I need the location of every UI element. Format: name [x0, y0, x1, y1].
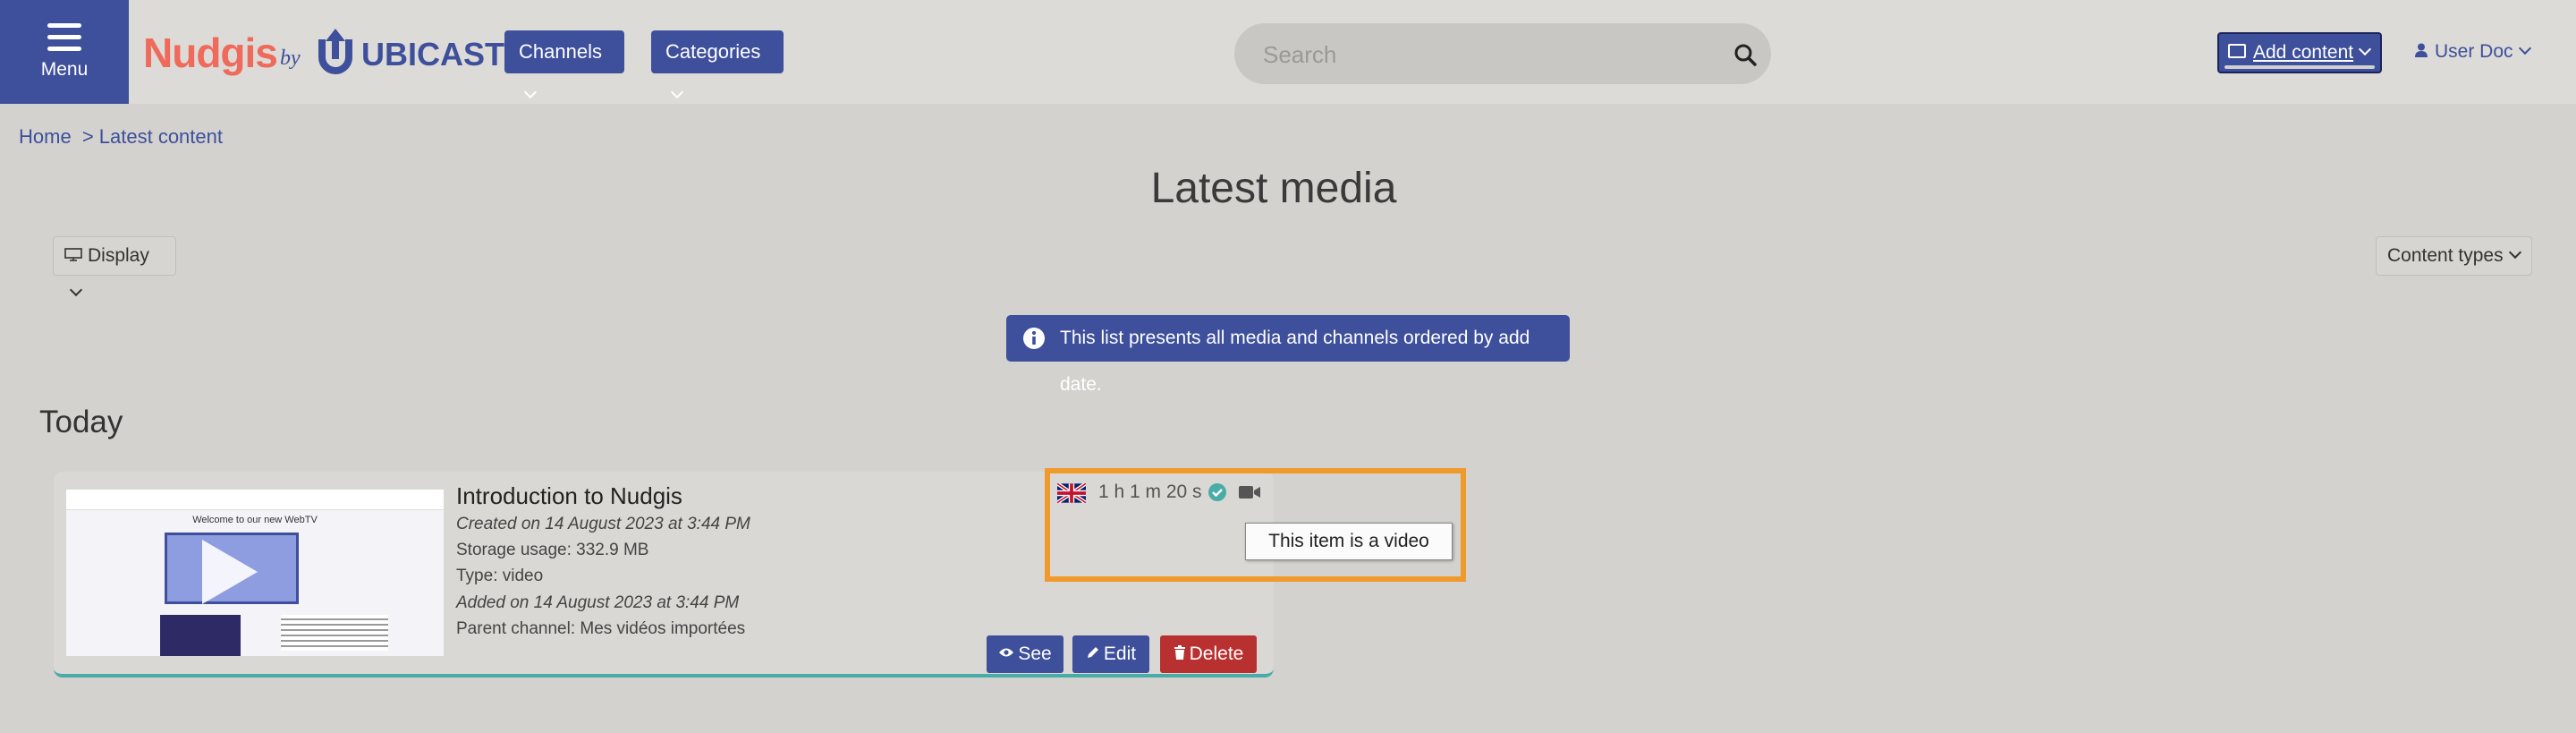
edit-label: Edit [1103, 644, 1137, 664]
add-content-label: Add content [2253, 42, 2354, 63]
thumbnail-header [66, 490, 444, 510]
breadcrumb-current[interactable]: > Latest content [82, 125, 223, 148]
breadcrumb-home[interactable]: Home [19, 125, 72, 148]
pencil-icon [1087, 647, 1098, 659]
content-types-dropdown[interactable]: Content types [2376, 236, 2532, 276]
chevron-down-icon [523, 85, 538, 99]
film-icon [2228, 44, 2246, 59]
channels-label: Channels [519, 40, 602, 63]
see-label: See [1018, 644, 1052, 664]
user-menu[interactable]: User Doc [2415, 41, 2531, 63]
page-title: Latest media [1150, 165, 1397, 212]
display-label: Display [88, 245, 149, 266]
content-types-label: Content types [2387, 245, 2504, 266]
media-created: Created on 14 August 2023 at 3:44 PM [456, 515, 750, 533]
add-content-underline [2224, 65, 2375, 69]
media-title[interactable]: Introduction to Nudgis [456, 482, 682, 510]
search-icon[interactable] [1733, 43, 1757, 66]
menu-button[interactable]: Menu [0, 0, 129, 104]
eye-icon [999, 648, 1014, 657]
delete-button[interactable]: Delete [1160, 635, 1257, 673]
channels-dropdown[interactable]: Channels [504, 30, 624, 99]
ubicast-logo: UBICAST [361, 36, 504, 72]
video-tooltip: This item is a video [1245, 523, 1453, 560]
media-added: Added on 14 August 2023 at 3:44 PM [456, 593, 740, 612]
monitor-icon [64, 248, 82, 261]
media-storage: Storage usage: 332.9 MB [456, 541, 649, 559]
trash-icon [1174, 645, 1185, 661]
hamburger-icon [47, 23, 81, 58]
media-parent-channel: Parent channel: Mes vidéos importées [456, 619, 746, 638]
media-thumbnail[interactable]: Welcome to our new WebTV [66, 490, 444, 656]
section-title-today: Today [39, 405, 123, 439]
info-banner-text: This list presents all media and channel… [1060, 328, 1530, 395]
chevron-down-icon [2359, 42, 2372, 56]
display-dropdown[interactable]: Display [53, 236, 176, 297]
top-header: Menu Nudgis by UBICAST Channels Categori… [0, 0, 2576, 104]
add-content-button[interactable]: Add content [2217, 32, 2382, 73]
info-icon [1023, 328, 1045, 349]
info-banner: This list presents all media and channel… [1006, 315, 1570, 395]
categories-label: Categories [665, 40, 761, 63]
thumbnail-lower-block [160, 615, 241, 656]
thumbnail-text-block [281, 615, 388, 651]
see-button[interactable]: See [987, 635, 1063, 673]
menu-label: Menu [40, 59, 89, 80]
play-icon[interactable] [202, 540, 258, 604]
media-type: Type: video [456, 567, 544, 585]
edit-button[interactable]: Edit [1072, 635, 1149, 673]
thumbnail-title: Welcome to our new WebTV [192, 515, 318, 525]
chevron-down-icon [670, 85, 684, 99]
logo-by-text: by [280, 47, 301, 70]
nudgis-logo[interactable]: Nudgis [143, 29, 278, 77]
chevron-down-icon [2518, 41, 2531, 55]
chevron-down-icon [2508, 245, 2521, 260]
user-label: User Doc [2435, 41, 2513, 62]
ubicast-logo-icon [318, 29, 352, 74]
search-input[interactable] [1261, 36, 1694, 73]
breadcrumb: Home > Latest content [19, 125, 228, 149]
chevron-down-icon [69, 283, 83, 297]
delete-label: Delete [1189, 644, 1244, 664]
categories-dropdown[interactable]: Categories [651, 30, 784, 99]
user-icon [2415, 43, 2428, 58]
search-bar [1234, 23, 1771, 84]
